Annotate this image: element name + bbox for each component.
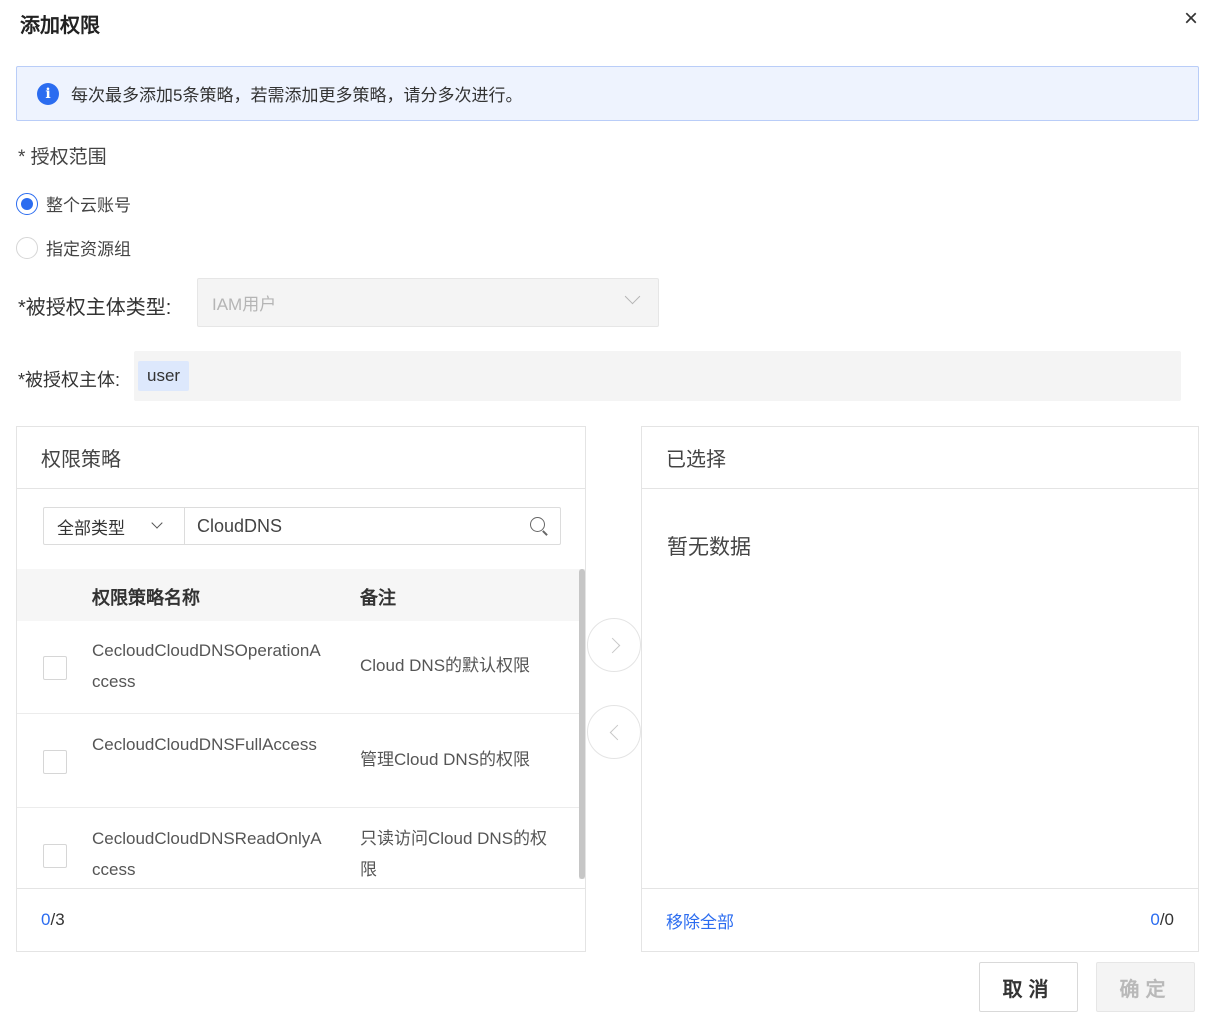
total-count: /3 — [50, 910, 65, 929]
subject-type-value: IAM用户 — [212, 295, 277, 314]
policy-note: 只读访问Cloud DNS的权限 — [360, 829, 548, 879]
search-input[interactable] — [185, 508, 520, 544]
move-right-button[interactable] — [587, 618, 641, 672]
subject-label: *被授权主体: — [18, 370, 121, 390]
subject-input[interactable]: user — [134, 351, 1181, 401]
policy-table: 权限策略名称 备注 CecloudCloudDNSOperationAccess… — [17, 569, 579, 889]
chevron-down-icon — [624, 288, 641, 305]
table-scrollbar[interactable] — [579, 569, 585, 879]
scrollbar-thumb[interactable] — [579, 569, 585, 879]
selected-panel-title: 已选择 — [642, 427, 1198, 489]
policy-name: CecloudCloudDNSReadOnlyAccess — [92, 829, 322, 879]
policy-panel: 权限策略 全部类型 权限策略名称 备注 CecloudCloudDNSOpera… — [16, 426, 586, 952]
table-row[interactable]: CecloudCloudDNSReadOnlyAccess 只读访问Cloud … — [17, 809, 579, 889]
table-row[interactable]: CecloudCloudDNSOperationAccess Cloud DNS… — [17, 621, 579, 714]
column-header-note: 备注 — [360, 588, 396, 608]
selected-count: 0 — [1150, 910, 1160, 929]
radio-whole-account[interactable]: 整个云账号 — [16, 191, 131, 216]
info-icon: i — [37, 82, 59, 105]
radio-label: 指定资源组 — [46, 240, 131, 259]
subject-tag: user — [138, 361, 190, 391]
subject-type-label: *被授权主体类型: — [18, 297, 172, 319]
chevron-right-icon — [604, 637, 621, 654]
type-filter-select[interactable]: 全部类型 — [44, 508, 185, 544]
remove-all-link[interactable]: 移除全部 — [666, 908, 734, 933]
policy-name: CecloudCloudDNSOperationAccess — [92, 641, 321, 691]
policy-name: CecloudCloudDNSFullAccess — [92, 735, 317, 754]
empty-state-text: 暂无数据 — [667, 536, 751, 559]
cancel-button[interactable]: 取消 — [979, 962, 1078, 1012]
table-row[interactable]: CecloudCloudDNSFullAccess 管理Cloud DNS的权限 — [17, 715, 579, 808]
radio-resource-group[interactable]: 指定资源组 — [16, 235, 131, 260]
chevron-left-icon — [609, 724, 626, 741]
column-header-name: 权限策略名称 — [92, 588, 200, 608]
search-icon[interactable] — [520, 508, 560, 544]
dialog-title: 添加权限 — [20, 15, 100, 37]
policy-panel-title: 权限策略 — [17, 427, 585, 489]
scope-label: * 授权范围 — [18, 147, 107, 168]
subject-type-select[interactable]: IAM用户 — [197, 278, 659, 327]
total-count: /0 — [1159, 910, 1174, 929]
selected-panel-footer: 移除全部 0/0 — [642, 888, 1198, 951]
selected-count: 0 — [41, 910, 51, 929]
policy-panel-footer: 0/3 — [17, 888, 585, 951]
radio-label: 整个云账号 — [46, 196, 131, 215]
policy-note: 管理Cloud DNS的权限 — [360, 750, 531, 769]
policy-note: Cloud DNS的默认权限 — [360, 656, 531, 675]
table-header: 权限策略名称 备注 — [17, 569, 579, 621]
radio-unchecked-icon[interactable] — [16, 236, 38, 259]
move-left-button[interactable] — [587, 705, 641, 759]
selected-panel: 已选择 暂无数据 移除全部 0/0 — [641, 426, 1199, 952]
notice-text: 每次最多添加5条策略，若需添加更多策略，请分多次进行。 — [71, 86, 523, 105]
chevron-down-icon — [151, 517, 163, 529]
notice-banner: i 每次最多添加5条策略，若需添加更多策略，请分多次进行。 — [16, 66, 1199, 121]
close-icon[interactable]: × — [1184, 7, 1198, 31]
radio-checked-icon[interactable] — [16, 192, 38, 215]
confirm-button[interactable]: 确定 — [1096, 962, 1195, 1012]
row-checkbox[interactable] — [43, 656, 67, 680]
row-checkbox[interactable] — [43, 750, 67, 774]
row-checkbox[interactable] — [43, 844, 67, 868]
type-filter-value: 全部类型 — [57, 518, 125, 538]
policy-search-group: 全部类型 — [43, 507, 561, 545]
